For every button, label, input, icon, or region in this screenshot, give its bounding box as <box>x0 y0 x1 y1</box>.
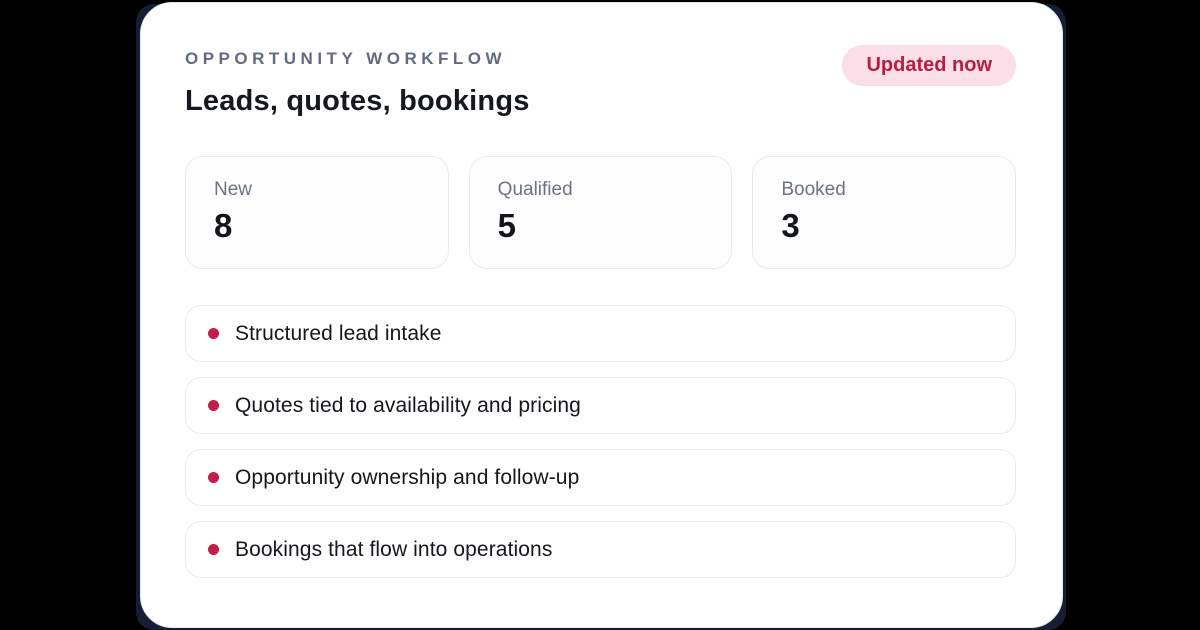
stat-value: 8 <box>214 207 420 245</box>
feature-label: Structured lead intake <box>235 322 442 346</box>
list-item: Structured lead intake <box>185 305 1016 362</box>
list-item: Bookings that flow into operations <box>185 521 1016 578</box>
eyebrow-label: OPPORTUNITY WORKFLOW <box>185 49 530 69</box>
feature-label: Bookings that flow into operations <box>235 538 552 562</box>
workflow-card: OPPORTUNITY WORKFLOW Leads, quotes, book… <box>140 2 1063 628</box>
stat-label: Qualified <box>498 179 704 201</box>
card-header: OPPORTUNITY WORKFLOW Leads, quotes, book… <box>185 49 1016 118</box>
bullet-dot-icon <box>208 472 219 483</box>
bullet-dot-icon <box>208 400 219 411</box>
feature-list: Structured lead intake Quotes tied to av… <box>185 305 1016 578</box>
stat-card-booked: Booked 3 <box>752 156 1016 269</box>
bullet-dot-icon <box>208 544 219 555</box>
stat-card-new: New 8 <box>185 156 449 269</box>
updated-badge: Updated now <box>842 45 1016 86</box>
bullet-dot-icon <box>208 328 219 339</box>
page-background: { "page": { "background_color": "#000000… <box>0 0 1200 630</box>
page-title: Leads, quotes, bookings <box>185 85 530 118</box>
list-item: Quotes tied to availability and pricing <box>185 377 1016 434</box>
list-item: Opportunity ownership and follow-up <box>185 449 1016 506</box>
stat-card-qualified: Qualified 5 <box>469 156 733 269</box>
stat-label: New <box>214 179 420 201</box>
feature-label: Quotes tied to availability and pricing <box>235 394 581 418</box>
stats-row: New 8 Qualified 5 Booked 3 <box>185 156 1016 269</box>
stat-label: Booked <box>781 179 987 201</box>
feature-label: Opportunity ownership and follow-up <box>235 466 579 490</box>
stat-value: 5 <box>498 207 704 245</box>
stat-value: 3 <box>781 207 987 245</box>
header-text-block: OPPORTUNITY WORKFLOW Leads, quotes, book… <box>185 49 530 118</box>
